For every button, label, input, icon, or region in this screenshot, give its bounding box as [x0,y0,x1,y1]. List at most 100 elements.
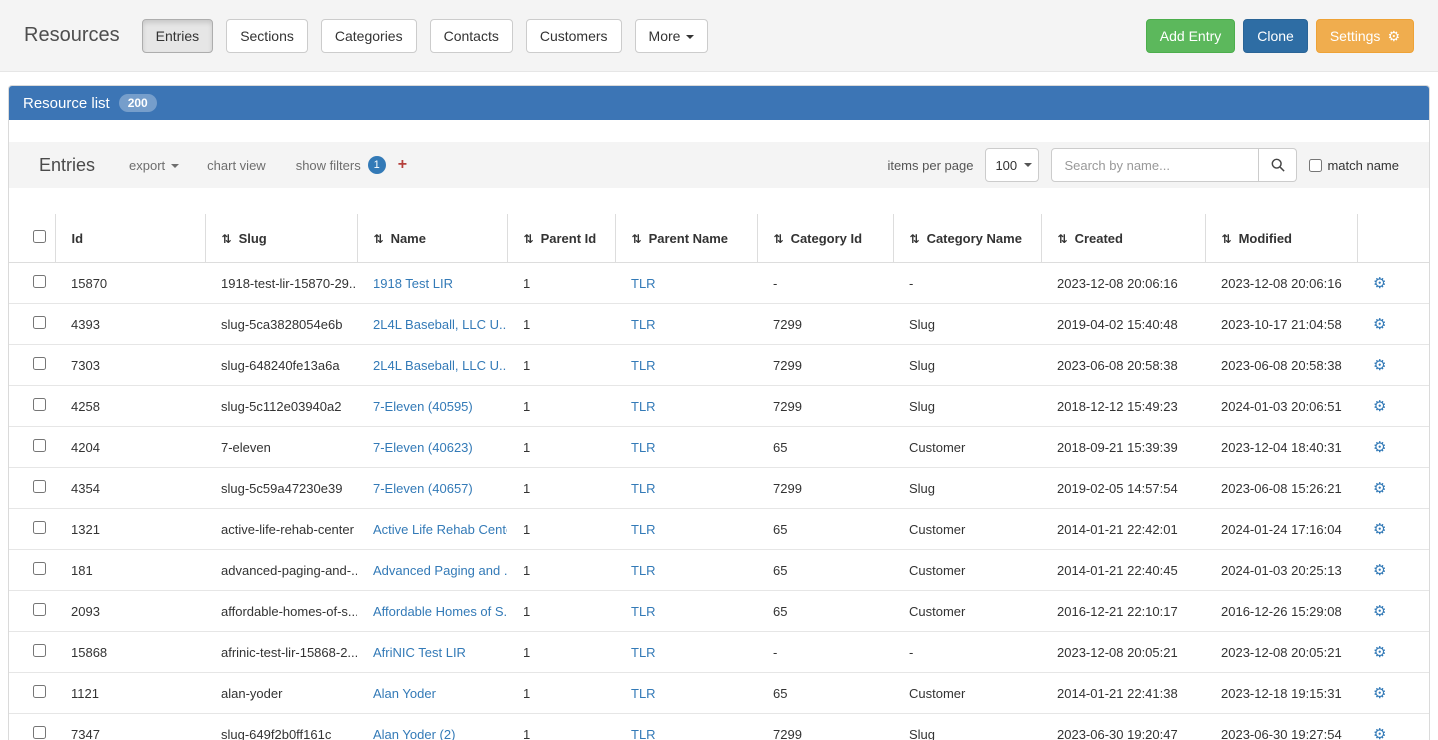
row-select-checkbox[interactable] [33,439,46,452]
cell-slug: 7-eleven [205,427,357,468]
parent-name-link[interactable]: TLR [631,563,656,578]
cell-parent-id: 1 [507,304,615,345]
sort-icon[interactable]: ⇅ [374,232,384,246]
column-header-parent-name[interactable]: ⇅Parent Name [615,214,757,263]
row-settings-gear-icon[interactable]: ⚙ [1373,439,1386,456]
parent-name-link[interactable]: TLR [631,399,656,414]
chart-view-link[interactable]: chart view [207,158,266,173]
sort-icon[interactable]: ⇅ [1222,232,1232,246]
nav-entries-button[interactable]: Entries [142,19,214,53]
name-link[interactable]: 7-Eleven (40657) [373,481,473,496]
nav-more-dropdown[interactable]: More [635,19,709,53]
row-select-checkbox[interactable] [33,480,46,493]
parent-name-link[interactable]: TLR [631,440,656,455]
column-header-name[interactable]: ⇅Name [357,214,507,263]
row-select-checkbox[interactable] [33,398,46,411]
name-link[interactable]: Alan Yoder (2) [373,727,455,740]
name-link[interactable]: 7-Eleven (40623) [373,440,473,455]
row-select-checkbox[interactable] [33,685,46,698]
parent-name-link[interactable]: TLR [631,358,656,373]
table-row: 7303slug-648240fe13a6a2L4L Baseball, LLC… [9,345,1429,386]
sort-icon[interactable]: ⇅ [524,232,534,246]
show-filters-link[interactable]: show filters1 [296,156,386,174]
parent-name-link[interactable]: TLR [631,481,656,496]
cell-created: 2014-01-21 22:40:45 [1041,550,1205,591]
column-header-slug[interactable]: ⇅Slug [205,214,357,263]
row-settings-gear-icon[interactable]: ⚙ [1373,603,1386,620]
sort-icon[interactable]: ⇅ [1058,232,1068,246]
parent-name-link[interactable]: TLR [631,276,656,291]
row-settings-gear-icon[interactable]: ⚙ [1373,316,1386,333]
parent-name-link[interactable]: TLR [631,522,656,537]
parent-name-link[interactable]: TLR [631,686,656,701]
column-header-created[interactable]: ⇅Created [1041,214,1205,263]
match-name-toggle[interactable]: match name [1309,158,1399,173]
cell-actions: ⚙ [1357,345,1429,386]
table-row: 1321active-life-rehab-centerActive Life … [9,509,1429,550]
parent-name-link[interactable]: TLR [631,727,656,740]
search-input[interactable] [1051,148,1259,182]
row-select-checkbox[interactable] [33,316,46,329]
name-link[interactable]: 2L4L Baseball, LLC U... [373,317,507,332]
parent-name-link[interactable]: TLR [631,645,656,660]
cell-modified: 2023-06-30 19:27:54 [1205,714,1357,740]
gear-icon: ⚙ [1387,28,1400,44]
items-per-page-select[interactable]: 100 [985,148,1039,182]
nav-categories-button[interactable]: Categories [321,19,417,53]
name-link[interactable]: Alan Yoder [373,686,436,701]
toolbar-title: Entries [39,155,95,176]
row-settings-gear-icon[interactable]: ⚙ [1373,685,1386,702]
nav-contacts-button[interactable]: Contacts [430,19,513,53]
row-settings-gear-icon[interactable]: ⚙ [1373,726,1386,740]
sort-icon[interactable]: ⇅ [910,232,920,246]
name-link[interactable]: 1918 Test LIR [373,276,453,291]
row-select-checkbox[interactable] [33,521,46,534]
row-settings-gear-icon[interactable]: ⚙ [1373,644,1386,661]
column-header-category-name[interactable]: ⇅Category Name [893,214,1041,263]
row-settings-gear-icon[interactable]: ⚙ [1373,521,1386,538]
row-select-checkbox[interactable] [33,275,46,288]
row-settings-gear-icon[interactable]: ⚙ [1373,357,1386,374]
sort-icon[interactable]: ⇅ [774,232,784,246]
match-name-checkbox[interactable] [1309,159,1322,172]
nav-sections-button[interactable]: Sections [226,19,308,53]
cell-actions: ⚙ [1357,714,1429,740]
settings-button[interactable]: Settings⚙ [1316,19,1414,53]
row-settings-gear-icon[interactable]: ⚙ [1373,398,1386,415]
column-header-modified[interactable]: ⇅Modified [1205,214,1357,263]
row-select-checkbox[interactable] [33,357,46,370]
cell-parent-id: 1 [507,673,615,714]
column-header-parent-id[interactable]: ⇅Parent Id [507,214,615,263]
add-entry-button[interactable]: Add Entry [1146,19,1235,53]
table-row: 4258slug-5c112e03940a27-Eleven (40595)1T… [9,386,1429,427]
sort-icon[interactable]: ⇅ [632,232,642,246]
row-select-checkbox[interactable] [33,726,46,739]
name-link[interactable]: 2L4L Baseball, LLC U... [373,358,507,373]
column-header-category-id[interactable]: ⇅Category Id [757,214,893,263]
cell-parent-id: 1 [507,263,615,304]
name-link[interactable]: Advanced Paging and ... [373,563,507,578]
row-settings-gear-icon[interactable]: ⚙ [1373,562,1386,579]
name-link[interactable]: 7-Eleven (40595) [373,399,473,414]
cell-created: 2023-06-30 19:20:47 [1041,714,1205,740]
row-select-checkbox[interactable] [33,603,46,616]
row-select-checkbox[interactable] [33,644,46,657]
cell-parent-id: 1 [507,714,615,740]
parent-name-link[interactable]: TLR [631,604,656,619]
add-filter-button[interactable]: + [398,156,407,174]
name-link[interactable]: AfriNIC Test LIR [373,645,466,660]
sort-icon[interactable]: ⇅ [222,232,232,246]
row-select-checkbox[interactable] [33,562,46,575]
row-settings-gear-icon[interactable]: ⚙ [1373,275,1386,292]
clone-button[interactable]: Clone [1243,19,1308,53]
search-button[interactable] [1259,148,1297,182]
cell-created: 2023-06-08 20:58:38 [1041,345,1205,386]
parent-name-link[interactable]: TLR [631,317,656,332]
name-link[interactable]: Affordable Homes of S... [373,604,507,619]
row-settings-gear-icon[interactable]: ⚙ [1373,480,1386,497]
name-link[interactable]: Active Life Rehab Center [373,522,507,537]
cell-slug: afrinic-test-lir-15868-2... [205,632,357,673]
export-dropdown[interactable]: export [129,158,179,173]
select-all-checkbox[interactable] [33,230,46,243]
nav-customers-button[interactable]: Customers [526,19,622,53]
